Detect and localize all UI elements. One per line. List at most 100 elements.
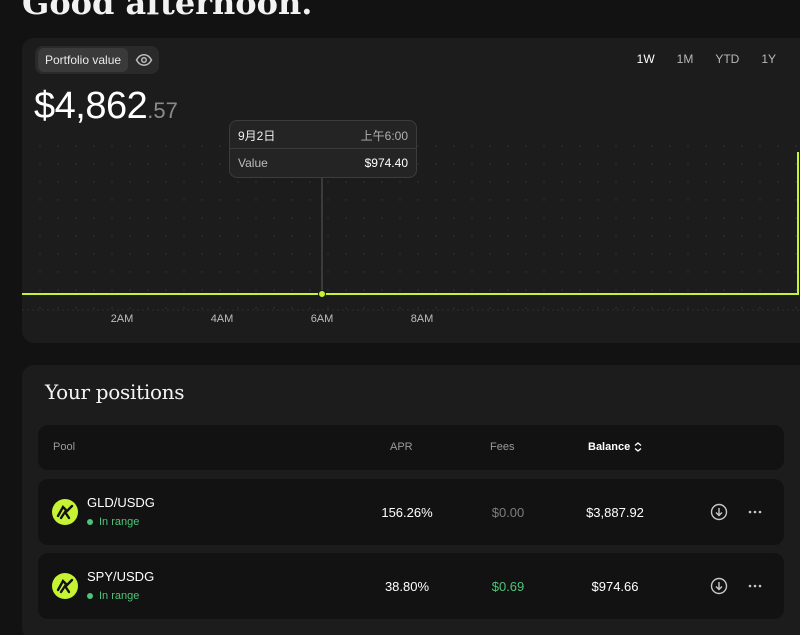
status-dot bbox=[87, 519, 93, 525]
grid-dot bbox=[615, 307, 617, 309]
grid-dot bbox=[453, 163, 455, 165]
grid-dot bbox=[93, 289, 95, 291]
timeframe-1y[interactable]: 1Y bbox=[757, 50, 780, 68]
grid-dot bbox=[777, 307, 779, 309]
grid-dot bbox=[489, 307, 491, 309]
pool-name: SPY/USDG bbox=[87, 569, 155, 584]
grid-dot bbox=[57, 253, 59, 255]
grid-dot bbox=[579, 181, 581, 183]
grid-dot bbox=[309, 307, 311, 309]
grid-dot bbox=[363, 235, 365, 237]
grid-dot bbox=[381, 289, 383, 291]
grid-dot bbox=[345, 217, 347, 219]
grid-dot bbox=[93, 307, 95, 309]
fees-value: $0.00 bbox=[491, 505, 525, 520]
grid-dot bbox=[543, 217, 545, 219]
grid-dot bbox=[489, 217, 491, 219]
grid-dot bbox=[273, 235, 275, 237]
timeframe-ytd[interactable]: YTD bbox=[711, 50, 743, 68]
portfolio-chart[interactable] bbox=[22, 38, 800, 343]
grid-dot bbox=[615, 235, 617, 237]
grid-dot bbox=[507, 217, 509, 219]
timeframe-1w[interactable]: 1W bbox=[633, 50, 659, 68]
grid-dot bbox=[291, 253, 293, 255]
grid-dot bbox=[525, 145, 527, 147]
grid-dot bbox=[417, 289, 419, 291]
grid-dot bbox=[147, 217, 149, 219]
withdraw-icon[interactable] bbox=[710, 577, 728, 595]
grid-dot bbox=[561, 235, 563, 237]
positions-card: Your positions Pool APR Fees Balance GLD… bbox=[22, 365, 800, 635]
grid-dot bbox=[777, 253, 779, 255]
grid-dot bbox=[687, 163, 689, 165]
grid-dot bbox=[201, 145, 203, 147]
grid-dot bbox=[75, 217, 77, 219]
column-balance-sort[interactable]: Balance bbox=[588, 441, 642, 453]
grid-dot bbox=[75, 199, 77, 201]
grid-dot bbox=[291, 271, 293, 273]
grid-dot bbox=[435, 307, 437, 309]
grid-dot bbox=[741, 307, 743, 309]
grid-dot bbox=[201, 307, 203, 309]
grid-dot bbox=[147, 145, 149, 147]
grid-dot bbox=[453, 289, 455, 291]
grid-dot bbox=[165, 199, 167, 201]
grid-dot bbox=[741, 253, 743, 255]
withdraw-icon[interactable] bbox=[710, 503, 728, 521]
position-row[interactable]: GLD/USDG In range 156.26% $0.00 $3,887.9… bbox=[38, 479, 784, 545]
grid-dot bbox=[273, 181, 275, 183]
grid-dot bbox=[453, 253, 455, 255]
highlighted-point bbox=[318, 290, 326, 298]
grid-dot bbox=[345, 181, 347, 183]
grid-dot bbox=[669, 235, 671, 237]
grid-dot bbox=[471, 181, 473, 183]
grid-dot bbox=[327, 307, 329, 309]
position-row[interactable]: SPY/USDG In range 38.80% $0.69 $974.66 bbox=[38, 553, 784, 619]
grid-dot bbox=[633, 199, 635, 201]
grid-dot bbox=[705, 163, 707, 165]
grid-dot bbox=[795, 145, 797, 147]
grid-dot bbox=[615, 289, 617, 291]
grid-dot bbox=[795, 253, 797, 255]
grid-dot bbox=[435, 181, 437, 183]
grid-dot bbox=[345, 289, 347, 291]
grid-dot bbox=[597, 271, 599, 273]
grid-dot bbox=[129, 163, 131, 165]
column-apr: APR bbox=[390, 441, 413, 453]
grid-dot bbox=[183, 181, 185, 183]
sort-icon bbox=[634, 442, 642, 452]
range-status-label: In range bbox=[99, 590, 140, 602]
grid-dot bbox=[579, 289, 581, 291]
grid-dot bbox=[669, 217, 671, 219]
grid-dot bbox=[417, 163, 419, 165]
grid-dot bbox=[705, 271, 707, 273]
grid-dot bbox=[147, 163, 149, 165]
grid-dot bbox=[399, 235, 401, 237]
timeframe-1m[interactable]: 1M bbox=[673, 50, 698, 68]
grid-dot bbox=[777, 271, 779, 273]
portfolio-value-amount: $4,862.57 bbox=[34, 86, 178, 131]
apr-value: 38.80% bbox=[384, 579, 430, 594]
grid-dot bbox=[435, 235, 437, 237]
grid-dot bbox=[687, 253, 689, 255]
grid-dot bbox=[795, 307, 797, 309]
grid-dot bbox=[381, 199, 383, 201]
balance-value: $974.66 bbox=[591, 579, 639, 594]
grid-dot bbox=[363, 289, 365, 291]
grid-dot bbox=[417, 145, 419, 147]
grid-dot bbox=[147, 307, 149, 309]
more-options-icon[interactable] bbox=[746, 503, 764, 521]
grid-dot bbox=[39, 289, 41, 291]
grid-dot bbox=[273, 307, 275, 309]
grid-dot bbox=[327, 217, 329, 219]
more-options-icon[interactable] bbox=[746, 577, 764, 595]
tooltip-date: 9月2日 bbox=[238, 129, 276, 143]
grid-dot bbox=[759, 289, 761, 291]
grid-dot bbox=[219, 217, 221, 219]
grid-dot bbox=[489, 271, 491, 273]
grid-dot bbox=[237, 235, 239, 237]
grid-dot bbox=[561, 253, 563, 255]
grid-dot bbox=[615, 145, 617, 147]
grid-dot bbox=[237, 253, 239, 255]
eye-icon[interactable] bbox=[135, 51, 153, 69]
